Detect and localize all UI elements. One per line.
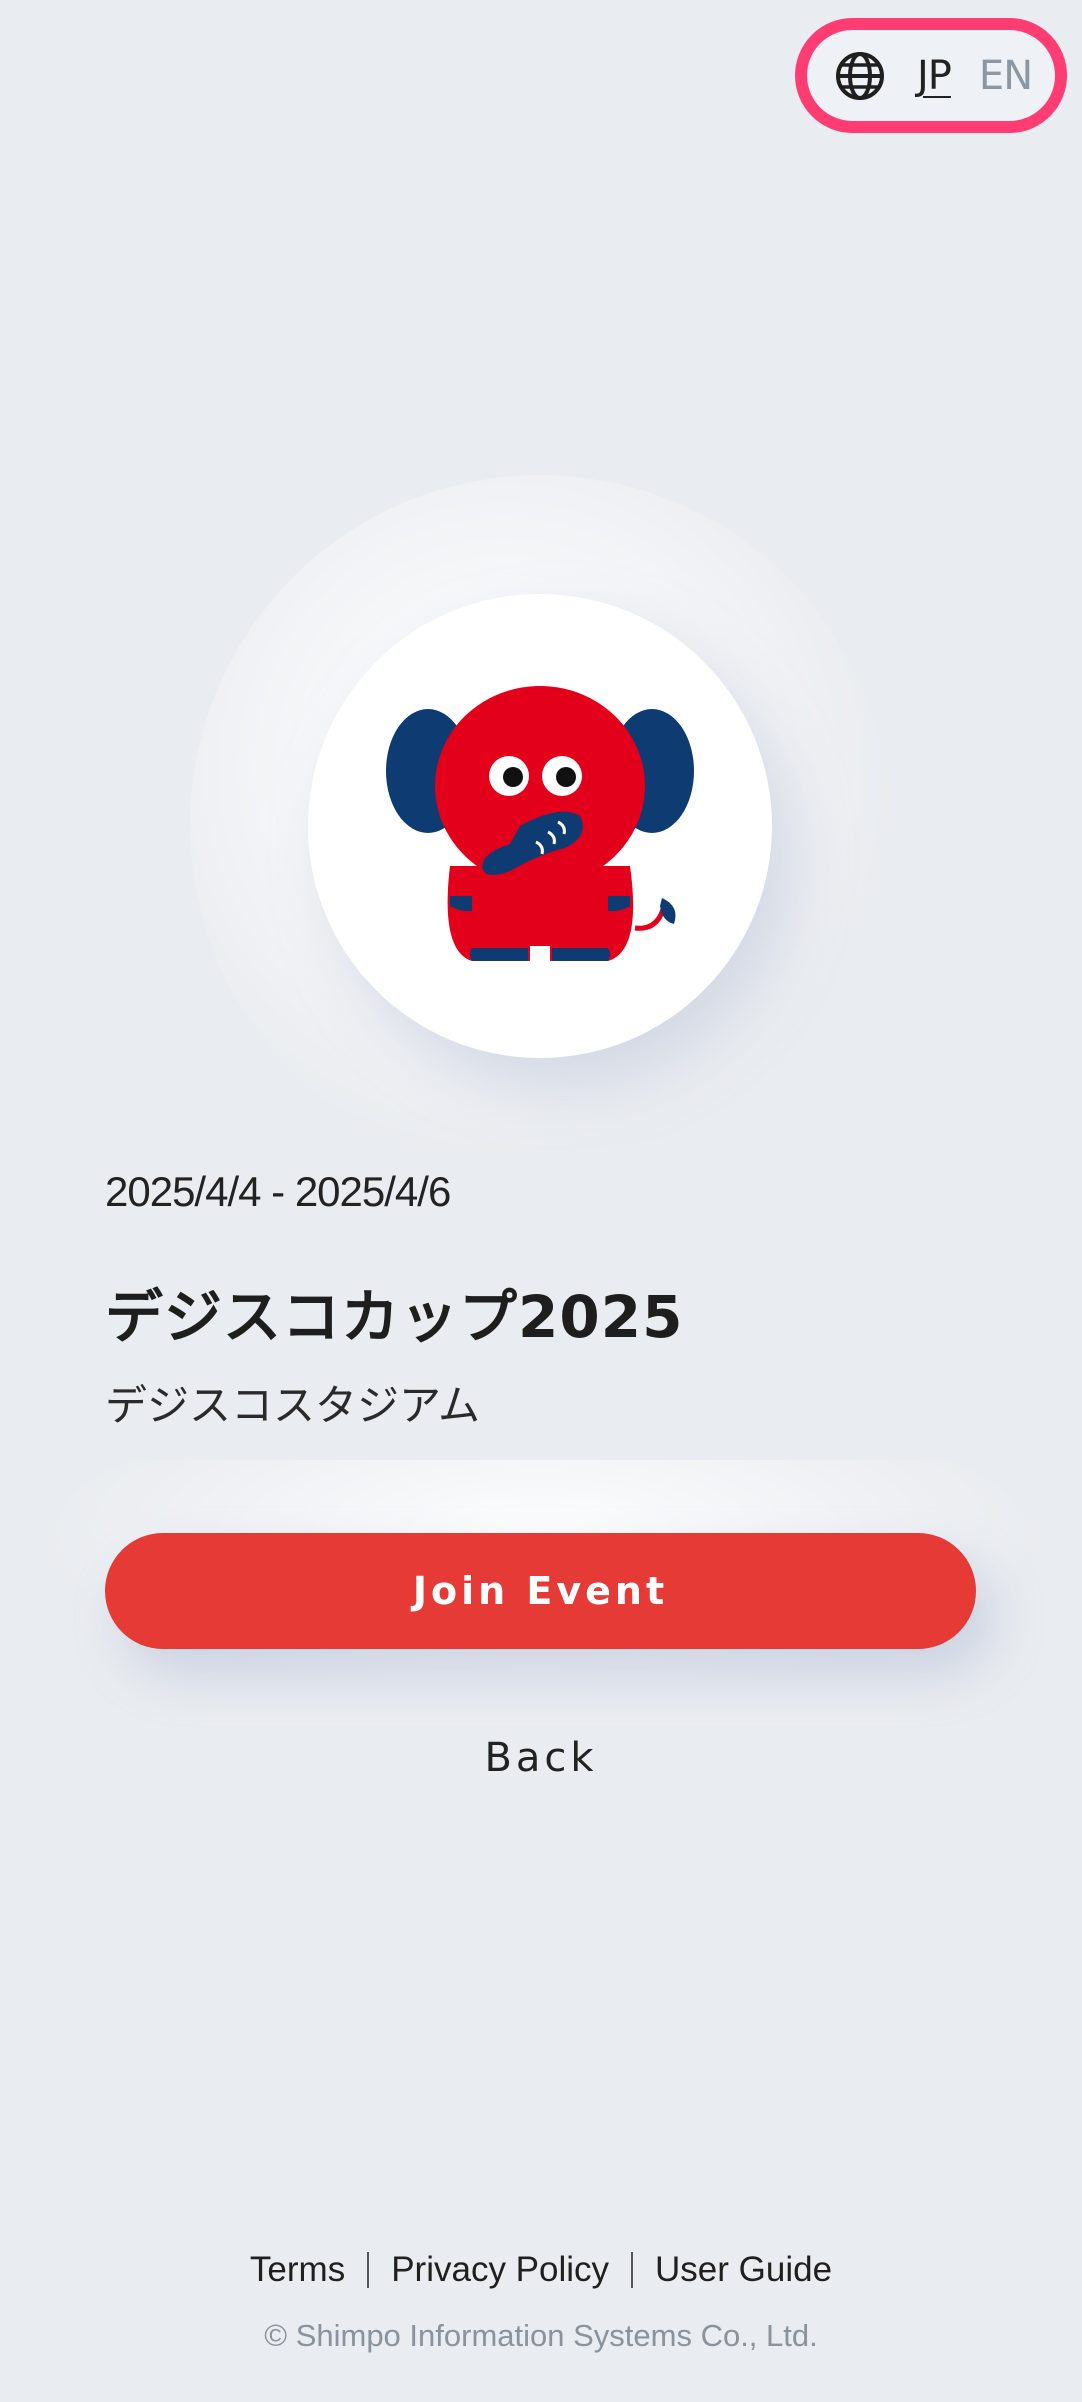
- user-guide-link[interactable]: User Guide: [655, 2250, 832, 2290]
- footer-divider: [367, 2252, 370, 2288]
- event-venue: デジスコスタジアム: [105, 1381, 481, 1430]
- back-link[interactable]: Back: [0, 1735, 1082, 1781]
- language-switcher: JP EN: [795, 18, 1067, 133]
- event-title: デジスコカップ2025: [105, 1283, 684, 1351]
- join-event-button[interactable]: Join Event: [105, 1533, 976, 1649]
- copyright-text: © Shimpo Information Systems Co., Ltd.: [264, 2318, 818, 2353]
- terms-link[interactable]: Terms: [250, 2250, 345, 2290]
- language-option-en[interactable]: EN: [979, 56, 1033, 96]
- event-entry-page: JP EN 2025/4/4 - 2025/4/6 デジスコカップ2025 デジ…: [0, 0, 1082, 2402]
- event-date-range: 2025/4/4 - 2025/4/6: [105, 1168, 451, 1215]
- event-logo: [308, 594, 772, 1058]
- globe-icon: [833, 49, 887, 103]
- elephant-mascot-icon: [386, 686, 694, 961]
- footer-divider: [631, 2252, 634, 2288]
- language-option-jp[interactable]: JP: [917, 56, 952, 96]
- footer-links: Terms Privacy Policy User Guide: [0, 2250, 1082, 2290]
- privacy-policy-link[interactable]: Privacy Policy: [391, 2250, 609, 2290]
